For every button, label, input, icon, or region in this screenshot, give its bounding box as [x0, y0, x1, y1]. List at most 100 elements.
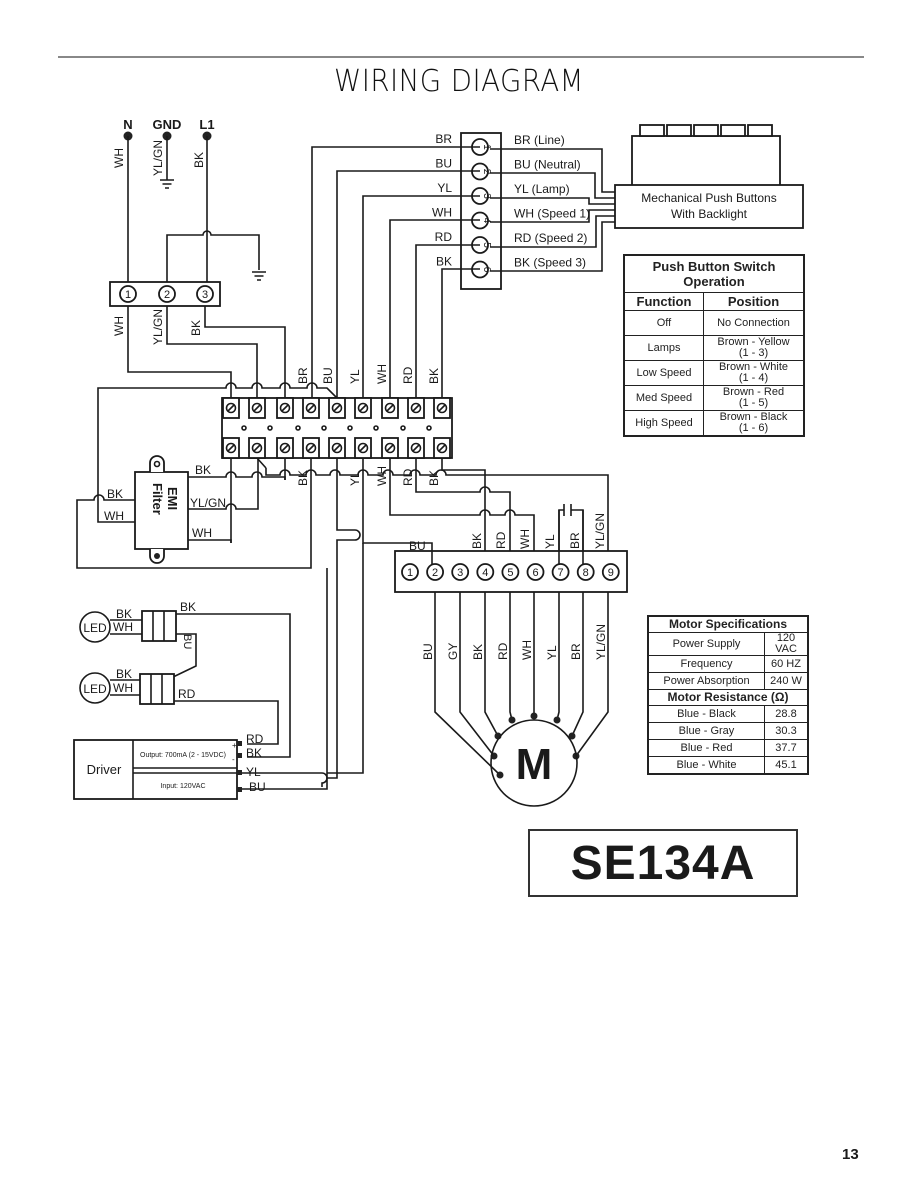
- resistance-pair: Blue - Gray: [647, 722, 765, 740]
- wire-label: BR: [568, 532, 582, 549]
- wire-label: RD: [178, 687, 196, 701]
- resistance-pair: Blue - Black: [647, 705, 765, 723]
- switch-pin-number: 6: [481, 267, 492, 273]
- position-cell: No Connection: [703, 310, 805, 336]
- table-title: Push Button Switch Operation: [623, 254, 805, 293]
- switch-function-label: WH (Speed 1): [514, 207, 590, 221]
- wire-label: WH: [192, 526, 212, 540]
- wire-label: RD: [401, 468, 415, 486]
- push-button-switch-table: Push Button Switch Operation Function Po…: [623, 254, 805, 437]
- push-button-1: [639, 124, 665, 137]
- switch-connector: 1BR BR (Line)2BU BU (Neutral)3YL YL (Lamp)4…: [311, 132, 616, 398]
- motor-lead-dot: [530, 712, 538, 720]
- push-button-2: [666, 124, 692, 137]
- wire-label: BK: [470, 533, 484, 549]
- block-number: 2: [164, 289, 170, 301]
- table-row: Power Absorption 240 W: [647, 672, 809, 690]
- motor: BU GY BK RD WH YL BR YL/GN M: [421, 592, 609, 807]
- wiring-diagram-page: WIRING DIAGRAM N GND L1 WH YL/GN BK 1 2 …: [0, 0, 918, 1188]
- switch-function-label: BU (Neutral): [514, 158, 581, 172]
- table-row: Lamps Brown - Yellow (1 - 3): [623, 335, 805, 361]
- wire-label: BK: [436, 255, 452, 269]
- polarity-plus: +: [232, 741, 237, 750]
- motor-pin-number: 8: [583, 567, 589, 579]
- resistance-pair: Blue - Red: [647, 739, 765, 757]
- driver-label: Driver: [87, 762, 122, 777]
- spec-value: 240 W: [764, 672, 809, 690]
- position-text: No Connection: [717, 316, 790, 329]
- wire-label: YL/GN: [593, 513, 607, 549]
- wire-label: YL: [348, 369, 362, 384]
- motor-lead-dot: [553, 716, 561, 724]
- position-pins: (1 - 5): [738, 397, 769, 409]
- motor-lead: [571, 592, 584, 737]
- wire-label: GY: [446, 643, 460, 660]
- wire-label: YL: [246, 765, 261, 779]
- wire-label: RD: [246, 732, 264, 746]
- column-header: Function: [623, 292, 704, 311]
- page-number: 13: [842, 1146, 859, 1163]
- ground-icon: [160, 179, 174, 189]
- wire-label-wh: WH: [112, 148, 126, 168]
- position-pins: (1 - 6): [738, 422, 769, 434]
- table-row: Blue - White 45.1: [647, 756, 809, 775]
- wire-label: BR: [296, 367, 310, 384]
- supply-terminals: N GND L1 WH YL/GN BK 1 2 3 WH YL/GN BK: [109, 117, 286, 398]
- motor-lead: [459, 592, 495, 757]
- push-buttons: Mechanical Push Buttons With Backlight: [614, 124, 804, 229]
- motor-specifications-table: Motor Specifications Power Supply 120 VAC…: [647, 615, 809, 775]
- wire-label: RD: [496, 642, 510, 660]
- resistance-value: 45.1: [764, 756, 809, 775]
- push-button-5: [747, 124, 773, 137]
- block-number: 1: [125, 289, 131, 301]
- push-buttons-label: With Backlight: [671, 207, 748, 221]
- position-cell: Brown - Black (1 - 6): [703, 410, 805, 437]
- function-cell: Off: [623, 310, 704, 336]
- wire-label: BU: [435, 157, 452, 171]
- wire-label: BK: [427, 368, 441, 384]
- table-title-line: Push Button Switch: [652, 259, 776, 274]
- wire-label: BK: [246, 746, 262, 760]
- table-row: Off No Connection: [623, 310, 805, 336]
- function-cell: Lamps: [623, 335, 704, 361]
- wire-label: BK: [189, 320, 203, 336]
- wire-label: BK: [471, 644, 485, 660]
- wire-label: BK: [427, 470, 441, 486]
- wire-label: WH: [375, 364, 389, 384]
- motor-lead-dot: [496, 771, 504, 779]
- motor-lead-dot: [508, 716, 516, 724]
- switch-function-label: BK (Speed 3): [514, 256, 586, 270]
- wire-label: WH: [112, 316, 126, 336]
- function-cell: Low Speed: [623, 360, 704, 386]
- resistance-value: 37.7: [764, 739, 809, 757]
- spec-name: Power Absorption: [647, 672, 765, 690]
- wire-label: BK: [180, 600, 196, 614]
- function-cell: Med Speed: [623, 385, 704, 411]
- motor-lead: [575, 592, 609, 757]
- column-header: Position: [703, 292, 805, 311]
- driver-output-text: Output: 700mA (2 - 15VDC): [140, 752, 226, 759]
- wire-label: BR: [435, 132, 452, 146]
- wire-label: BK: [296, 470, 310, 486]
- wire-label: BK: [195, 463, 211, 477]
- switch-function-label: BR (Line): [514, 133, 565, 147]
- wire-label: BU: [409, 539, 426, 553]
- motor-pin-number: 9: [608, 567, 614, 579]
- emi-filter-label: EMI: [165, 487, 180, 510]
- wire-label: WH: [375, 466, 389, 486]
- push-button-3: [693, 124, 719, 137]
- table-row: Low Speed Brown - White (1 - 4): [623, 360, 805, 386]
- push-button-4: [720, 124, 746, 137]
- polarity-minus: -: [232, 755, 235, 764]
- model-number: SE134A: [528, 829, 798, 897]
- position-pins: (1 - 3): [738, 347, 769, 359]
- capacitor-icon: [563, 504, 572, 516]
- table-row: Blue - Gray 30.3: [647, 722, 809, 740]
- wire-label: RD: [401, 366, 415, 384]
- block-number: 3: [202, 289, 208, 301]
- terminal-gnd-label: GND: [153, 117, 182, 132]
- motor-symbol: M: [516, 740, 553, 789]
- wire-label-bk: BK: [192, 152, 206, 168]
- wire-label-ylgn: YL/GN: [151, 140, 165, 176]
- wire-label: WH: [113, 620, 133, 634]
